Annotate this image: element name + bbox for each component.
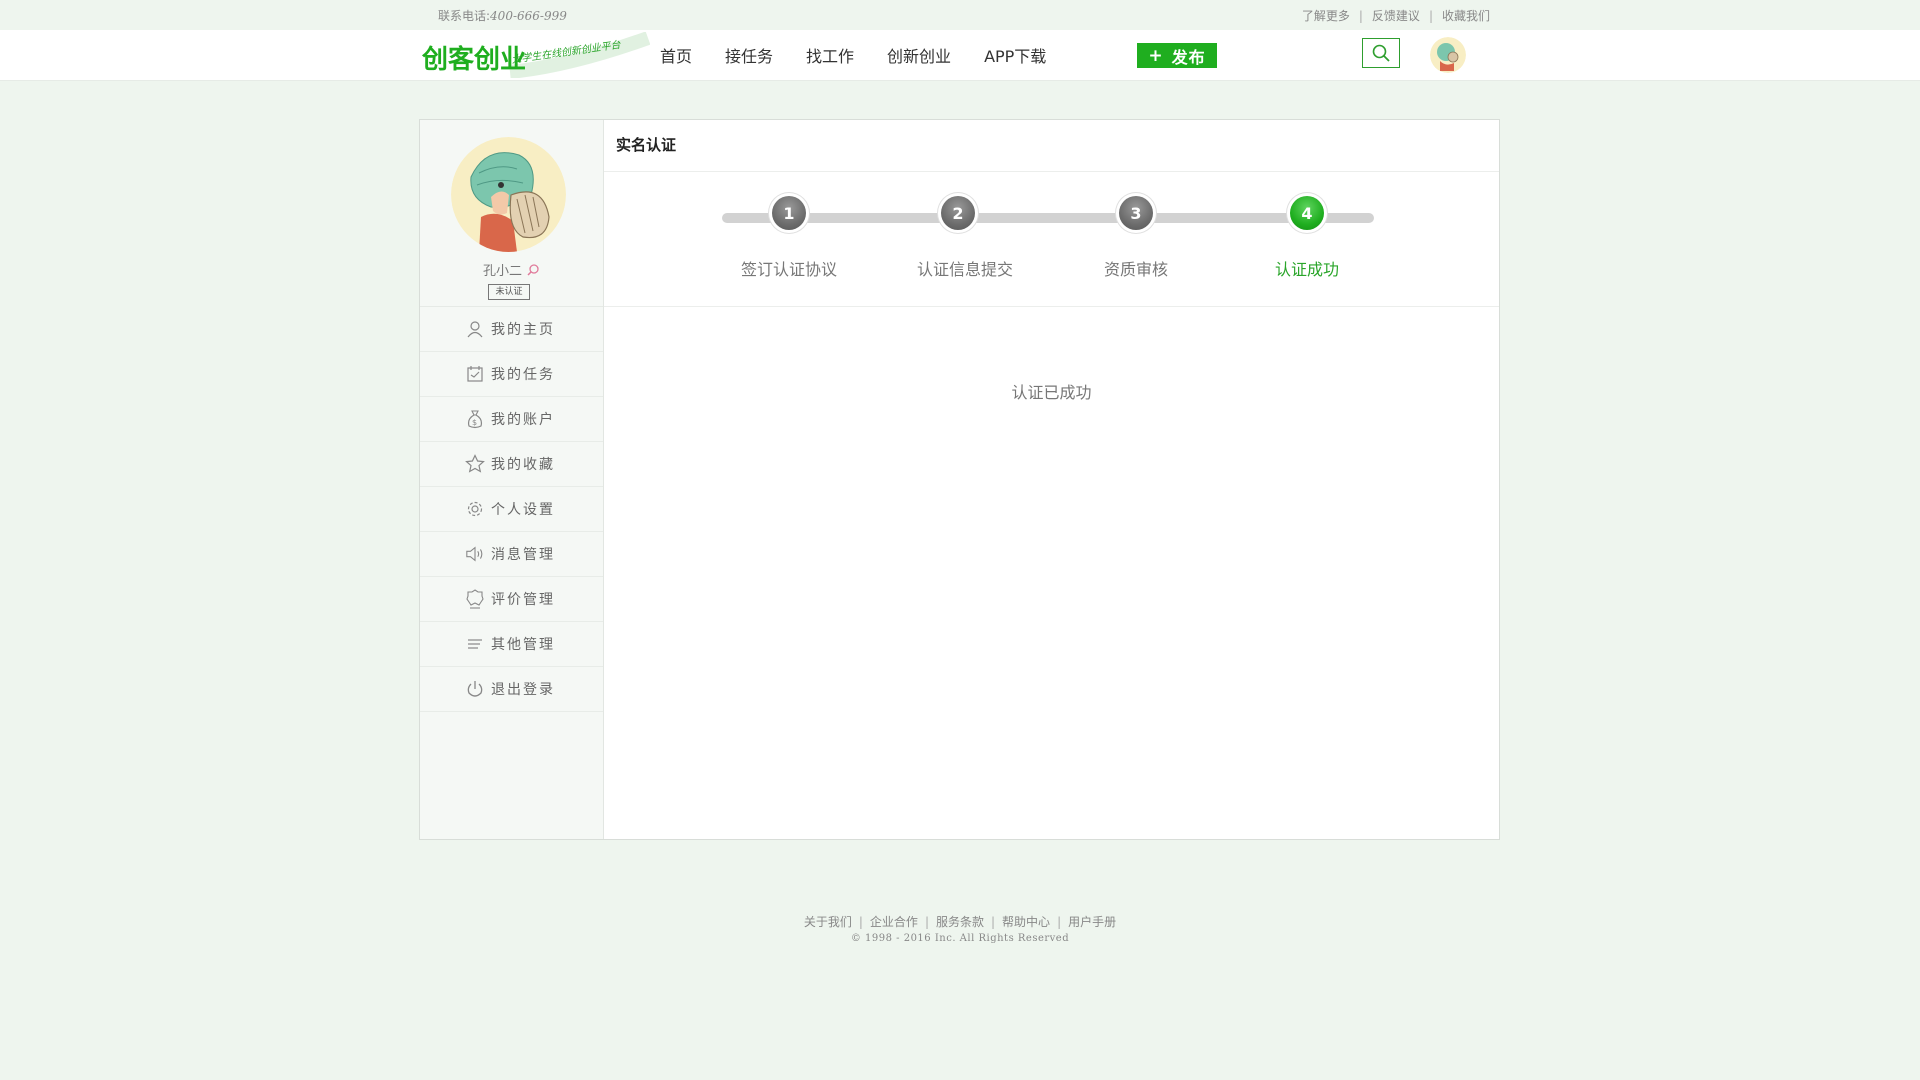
- avatar[interactable]: [451, 137, 566, 252]
- verify-tag-icon[interactable]: [526, 264, 540, 281]
- main-nav: 首页 接任务 找工作 创新创业 APP下载: [660, 30, 1079, 80]
- sidebar-item-label: 消息管理: [491, 547, 555, 563]
- nav-home[interactable]: 首页: [660, 43, 692, 67]
- step-number: 3: [1119, 196, 1153, 230]
- success-message: 认证已成功: [1011, 383, 1092, 402]
- sidebar-item-label: 其他管理: [491, 637, 555, 653]
- svg-text:$: $: [472, 418, 479, 427]
- footer-partner-link[interactable]: 企业合作: [870, 915, 918, 929]
- divider: |: [924, 915, 929, 929]
- publish-label: 发布: [1171, 47, 1206, 67]
- sidebar-item-other[interactable]: 其他管理: [420, 622, 603, 667]
- step-label: 签订认证协议: [740, 260, 838, 279]
- step-1: 1: [764, 193, 814, 233]
- main-panel: 孔小二 未认证 我的主页 我的任务 $ 我的账户 我的收藏 个人设置 消息管理: [419, 119, 1500, 840]
- search-icon: [1372, 44, 1390, 62]
- task-icon: [465, 364, 485, 384]
- step-label: 资质审核: [1103, 260, 1169, 279]
- progress-track: [722, 213, 1374, 223]
- unverified-badge: 未认证: [488, 284, 530, 300]
- divider: |: [858, 915, 863, 929]
- divider: |: [1428, 9, 1433, 23]
- contact-phone: 联系电话:400-666-999: [438, 7, 567, 24]
- step-number: 1: [772, 196, 806, 230]
- step-number: 2: [941, 196, 975, 230]
- content-area: 实名认证 1 2 3 4 签订认证协议 认证信息提交 资质审核 认证成功 认证已…: [604, 120, 1499, 839]
- top-links: 了解更多 | 反馈建议 | 收藏我们: [1302, 7, 1490, 24]
- progress-steps: 1 2 3 4 签订认证协议 认证信息提交 资质审核 认证成功: [604, 172, 1499, 307]
- step-number: 4: [1290, 196, 1324, 230]
- sidebar-item-label: 我的收藏: [491, 457, 555, 473]
- divider: |: [1057, 915, 1062, 929]
- footer-terms-link[interactable]: 服务条款: [936, 915, 984, 929]
- top-bar: 联系电话:400-666-999 了解更多 | 反馈建议 | 收藏我们: [0, 0, 1920, 30]
- star-icon: [465, 454, 485, 474]
- power-icon: [465, 679, 485, 699]
- footer: 关于我们 | 企业合作 | 服务条款 | 帮助中心 | 用户手册 © 1998 - 2016 I…: [0, 913, 1920, 944]
- nav-app-download[interactable]: APP下载: [984, 43, 1046, 67]
- footer-about-link[interactable]: 关于我们: [804, 915, 852, 929]
- nav-jobs[interactable]: 找工作: [806, 43, 854, 67]
- username-text: 孔小二: [482, 264, 522, 279]
- bookmark-link[interactable]: 收藏我们: [1442, 9, 1490, 23]
- sidebar-item-label: 我的账户: [491, 412, 555, 428]
- username: 孔小二: [420, 260, 603, 281]
- step-4: 4: [1282, 193, 1332, 233]
- footer-links: 关于我们 | 企业合作 | 服务条款 | 帮助中心 | 用户手册: [0, 913, 1920, 930]
- sidebar-item-favorites[interactable]: 我的收藏: [420, 442, 603, 487]
- sidebar-item-home[interactable]: 我的主页: [420, 307, 603, 352]
- money-bag-icon: $: [465, 409, 485, 429]
- page-title: 实名认证: [604, 120, 1499, 172]
- logo-text: 创客创业: [421, 44, 526, 75]
- sidebar-item-settings[interactable]: 个人设置: [420, 487, 603, 532]
- sidebar-item-messages[interactable]: 消息管理: [420, 532, 603, 577]
- header-avatar[interactable]: [1430, 37, 1466, 73]
- divider: |: [991, 915, 996, 929]
- copyright: © 1998 - 2016 Inc. All Rights Reserved: [850, 933, 1070, 944]
- phone-label: 联系电话:: [438, 9, 491, 23]
- sidebar-item-label: 退出登录: [491, 682, 555, 698]
- sidebar-item-label: 我的主页: [491, 322, 555, 338]
- nav-tasks[interactable]: 接任务: [725, 43, 773, 67]
- divider: |: [1358, 9, 1363, 23]
- sidebar-item-tasks[interactable]: 我的任务: [420, 352, 603, 397]
- learn-more-link[interactable]: 了解更多: [1302, 9, 1350, 23]
- sidebar-item-label: 个人设置: [491, 502, 555, 518]
- step-3: 3: [1111, 193, 1161, 233]
- footer-help-link[interactable]: 帮助中心: [1002, 915, 1050, 929]
- step-2: 2: [933, 193, 983, 233]
- sidebar-item-reviews[interactable]: 评价管理: [420, 577, 603, 622]
- user-icon: [465, 319, 485, 339]
- publish-button[interactable]: + 发布: [1137, 43, 1217, 68]
- speaker-icon: [465, 544, 485, 564]
- step-label-active: 认证成功: [1274, 260, 1340, 279]
- profile-card: 孔小二 未认证: [420, 120, 603, 307]
- gear-icon: [465, 499, 485, 519]
- sidebar-item-logout[interactable]: 退出登录: [420, 667, 603, 712]
- badge-icon: [465, 589, 485, 609]
- sidebar-item-label: 评价管理: [491, 592, 555, 608]
- sidebar-item-label: 我的任务: [491, 367, 555, 383]
- phone-number: 400-666-999: [490, 9, 567, 23]
- nav-startup[interactable]: 创新创业: [887, 43, 951, 67]
- header: 创客创业 大学生在线创新创业平台 首页 接任务 找工作 创新创业 APP下载 +…: [0, 30, 1920, 81]
- plus-icon: +: [1148, 45, 1164, 66]
- list-icon: [465, 634, 485, 654]
- sidebar: 孔小二 未认证 我的主页 我的任务 $ 我的账户 我的收藏 个人设置 消息管理: [420, 120, 604, 839]
- footer-manual-link[interactable]: 用户手册: [1068, 915, 1116, 929]
- site-logo[interactable]: 创客创业 大学生在线创新创业平台: [420, 31, 651, 79]
- step-label: 认证信息提交: [916, 260, 1014, 279]
- sidebar-item-account[interactable]: $ 我的账户: [420, 397, 603, 442]
- feedback-link[interactable]: 反馈建议: [1372, 9, 1420, 23]
- search-button[interactable]: [1362, 38, 1400, 68]
